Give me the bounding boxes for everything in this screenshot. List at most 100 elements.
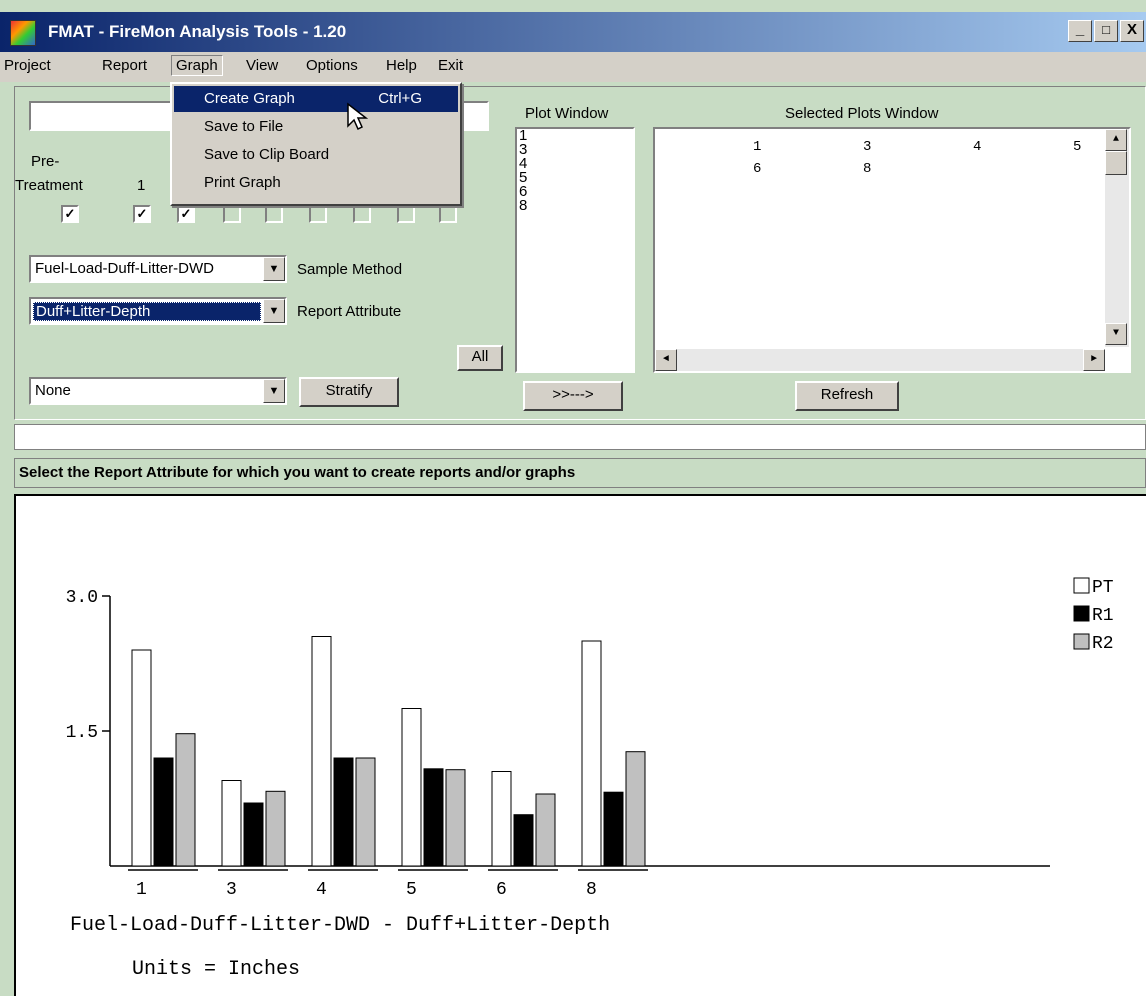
list-item[interactable]: 4 bbox=[519, 156, 633, 171]
bar-r1 bbox=[423, 768, 444, 867]
bar-r2 bbox=[265, 790, 286, 867]
selected-plot-cell[interactable]: 6 bbox=[753, 161, 761, 177]
menu-item-create-graph[interactable]: Create Graph Ctrl+G bbox=[174, 86, 458, 112]
x-tick-label: 8 bbox=[586, 880, 597, 900]
checkbox-visit-6[interactable] bbox=[353, 205, 371, 223]
menu-project[interactable]: Project bbox=[0, 56, 55, 75]
x-tick-label: 6 bbox=[496, 880, 507, 900]
plot-window-label: Plot Window bbox=[525, 105, 609, 122]
checkbox-visit-3[interactable] bbox=[223, 205, 241, 223]
menu-help[interactable]: Help bbox=[382, 56, 421, 75]
report-attribute-select[interactable]: Duff+Litter-Depth ▼ bbox=[29, 297, 287, 325]
window-title: FMAT - FireMon Analysis Tools - 1.20 bbox=[48, 22, 347, 41]
legend-label: PT bbox=[1092, 578, 1114, 598]
checkbox-visit-7[interactable] bbox=[397, 205, 415, 223]
menu-item-save-to-clipboard[interactable]: Save to Clip Board bbox=[174, 142, 458, 168]
graph-menu-dropdown: Create Graph Ctrl+G Save to File Save to… bbox=[170, 82, 462, 206]
menu-item-print-graph[interactable]: Print Graph bbox=[174, 170, 458, 196]
x-tick-label: 3 bbox=[226, 880, 237, 900]
bar-r2 bbox=[175, 733, 196, 867]
scroll-right-icon[interactable]: ► bbox=[1083, 349, 1105, 371]
selected-plots-list[interactable]: 1 3 4 5 6 8 ▲ ▼ ◄ ► bbox=[653, 127, 1131, 373]
add-plots-button[interactable]: >>---> bbox=[523, 381, 623, 411]
vertical-scrollbar[interactable]: ▲ ▼ bbox=[1105, 129, 1129, 347]
bar-r1 bbox=[333, 757, 354, 867]
bar-pt bbox=[221, 780, 242, 867]
bar-r1 bbox=[513, 814, 534, 867]
checkbox-visit-5[interactable] bbox=[309, 205, 327, 223]
menu-view[interactable]: View bbox=[242, 56, 282, 75]
selected-plot-cell[interactable]: 3 bbox=[863, 139, 871, 155]
maximize-button[interactable]: □ bbox=[1094, 20, 1118, 42]
legend-swatch-r1 bbox=[1073, 605, 1090, 622]
y-tick-label: 3.0 bbox=[66, 588, 98, 608]
app-window: FMAT - FireMon Analysis Tools - 1.20 _ □… bbox=[0, 0, 1146, 996]
title-bar: FMAT - FireMon Analysis Tools - 1.20 _ □… bbox=[0, 12, 1146, 52]
list-item[interactable]: 5 bbox=[519, 170, 633, 185]
bar-chart: 1.5 3.0 1 3 4 5 6 8 Fuel-Load-Duff-Litter-DWD - … bbox=[66, 577, 1114, 981]
list-item[interactable]: 8 bbox=[519, 198, 633, 213]
stratify-select[interactable]: None ▼ bbox=[29, 377, 287, 405]
prompt-bar: Select the Report Attribute for which yo… bbox=[14, 458, 1146, 488]
bar-pt bbox=[401, 708, 422, 867]
menu-exit[interactable]: Exit bbox=[434, 56, 467, 75]
visit-1-label: 1 bbox=[137, 177, 146, 194]
status-field bbox=[14, 424, 1146, 450]
checkbox-pretreatment[interactable]: ✓ bbox=[61, 205, 79, 223]
close-button[interactable]: X bbox=[1120, 20, 1144, 42]
checkbox-visit-8[interactable] bbox=[439, 205, 457, 223]
checkbox-visit-1[interactable]: ✓ bbox=[133, 205, 151, 223]
stratify-value: None bbox=[35, 382, 71, 399]
report-attribute-value: Duff+Litter-Depth bbox=[33, 302, 261, 321]
all-button[interactable]: All bbox=[457, 345, 503, 371]
x-tick-label: 4 bbox=[316, 880, 327, 900]
minimize-button[interactable]: _ bbox=[1068, 20, 1092, 42]
legend-label: R1 bbox=[1092, 606, 1114, 626]
bar-r2 bbox=[445, 769, 466, 867]
scroll-left-icon[interactable]: ◄ bbox=[655, 349, 677, 371]
refresh-button[interactable]: Refresh bbox=[795, 381, 899, 411]
menu-item-save-to-file[interactable]: Save to File bbox=[174, 114, 458, 140]
app-logo-icon bbox=[10, 20, 36, 46]
checkbox-visit-4[interactable] bbox=[265, 205, 283, 223]
list-item[interactable]: 1 bbox=[519, 128, 633, 143]
plot-window-list[interactable]: 1 3 4 5 6 8 bbox=[515, 127, 635, 373]
x-tick-label: 1 bbox=[136, 880, 147, 900]
list-item[interactable]: 6 bbox=[519, 184, 633, 199]
bar-pt bbox=[581, 640, 602, 867]
list-item[interactable]: 3 bbox=[519, 142, 633, 157]
graph-area: 1.5 3.0 1 3 4 5 6 8 Fuel-Load-Duff-Litter-DWD - … bbox=[14, 494, 1146, 996]
chevron-down-icon[interactable]: ▼ bbox=[263, 299, 285, 323]
selected-plot-cell[interactable]: 8 bbox=[863, 161, 871, 177]
checkbox-visit-2[interactable]: ✓ bbox=[177, 205, 195, 223]
bar-r1 bbox=[243, 802, 264, 867]
selected-plot-cell[interactable]: 1 bbox=[753, 139, 761, 155]
sample-method-label: Sample Method bbox=[297, 261, 403, 278]
selected-plots-label: Selected Plots Window bbox=[785, 105, 939, 122]
sample-method-select[interactable]: Fuel-Load-Duff-Litter-DWD ▼ bbox=[29, 255, 287, 283]
scroll-thumb[interactable] bbox=[1105, 151, 1127, 175]
menu-graph[interactable]: Graph bbox=[171, 55, 223, 76]
scroll-down-icon[interactable]: ▼ bbox=[1105, 323, 1127, 345]
mouse-pointer-icon bbox=[347, 102, 368, 131]
bar-r2 bbox=[535, 793, 556, 867]
chevron-down-icon[interactable]: ▼ bbox=[263, 379, 285, 403]
legend-swatch-pt bbox=[1073, 577, 1090, 594]
bar-pt bbox=[491, 771, 512, 867]
menu-options[interactable]: Options bbox=[302, 56, 362, 75]
report-attribute-label: Report Attribute bbox=[297, 303, 402, 320]
selected-plot-cell[interactable]: 5 bbox=[1073, 139, 1081, 155]
selected-plot-cell[interactable]: 4 bbox=[973, 139, 981, 155]
menu-item-label: Save to File bbox=[204, 118, 284, 135]
pretreatment-label-2: Treatment bbox=[15, 177, 83, 194]
horizontal-scrollbar[interactable]: ◄ ► bbox=[655, 349, 1105, 371]
menu-item-label: Print Graph bbox=[204, 174, 281, 191]
chevron-down-icon[interactable]: ▼ bbox=[263, 257, 285, 281]
y-tick-label: 1.5 bbox=[66, 723, 98, 743]
pretreatment-label-1: Pre- bbox=[31, 153, 60, 170]
bar-r1 bbox=[603, 791, 624, 867]
scroll-up-icon[interactable]: ▲ bbox=[1105, 129, 1127, 151]
menu-report[interactable]: Report bbox=[98, 56, 151, 75]
stratify-button[interactable]: Stratify bbox=[299, 377, 399, 407]
bar-pt bbox=[131, 649, 152, 867]
